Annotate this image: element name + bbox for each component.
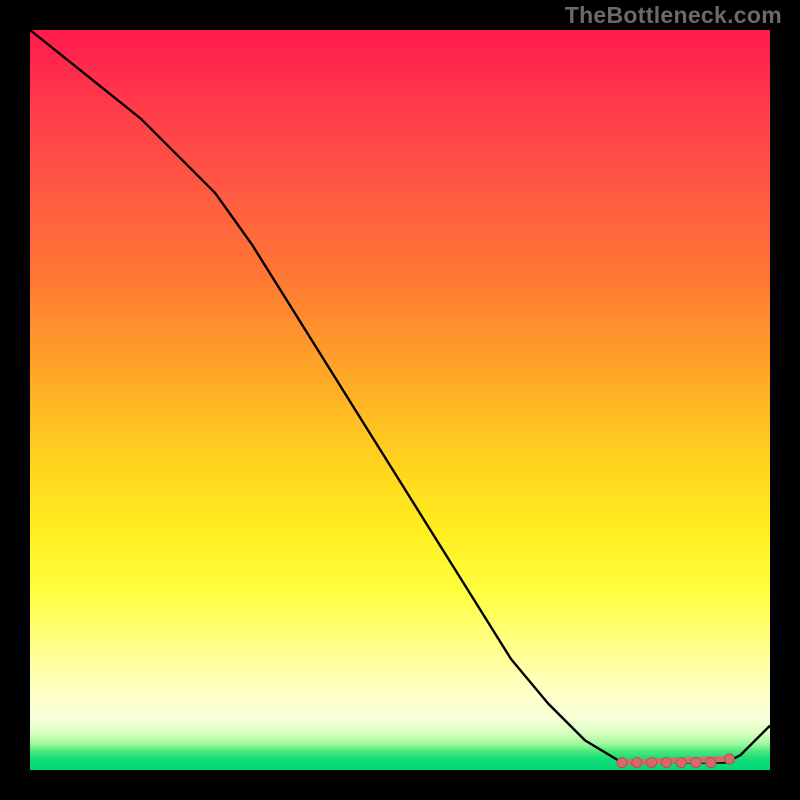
marker-dot	[617, 758, 627, 768]
marker-dot	[691, 758, 701, 768]
marker-dot	[661, 758, 671, 768]
curve-markers	[617, 754, 734, 768]
marker-dot	[724, 754, 734, 764]
chart-overlay	[30, 30, 770, 770]
marker-dot	[676, 758, 686, 768]
bottleneck-curve	[30, 30, 770, 763]
marker-dot	[647, 758, 657, 768]
watermark-text: TheBottleneck.com	[565, 2, 782, 29]
marker-dot	[706, 758, 716, 768]
marker-dot	[632, 758, 642, 768]
